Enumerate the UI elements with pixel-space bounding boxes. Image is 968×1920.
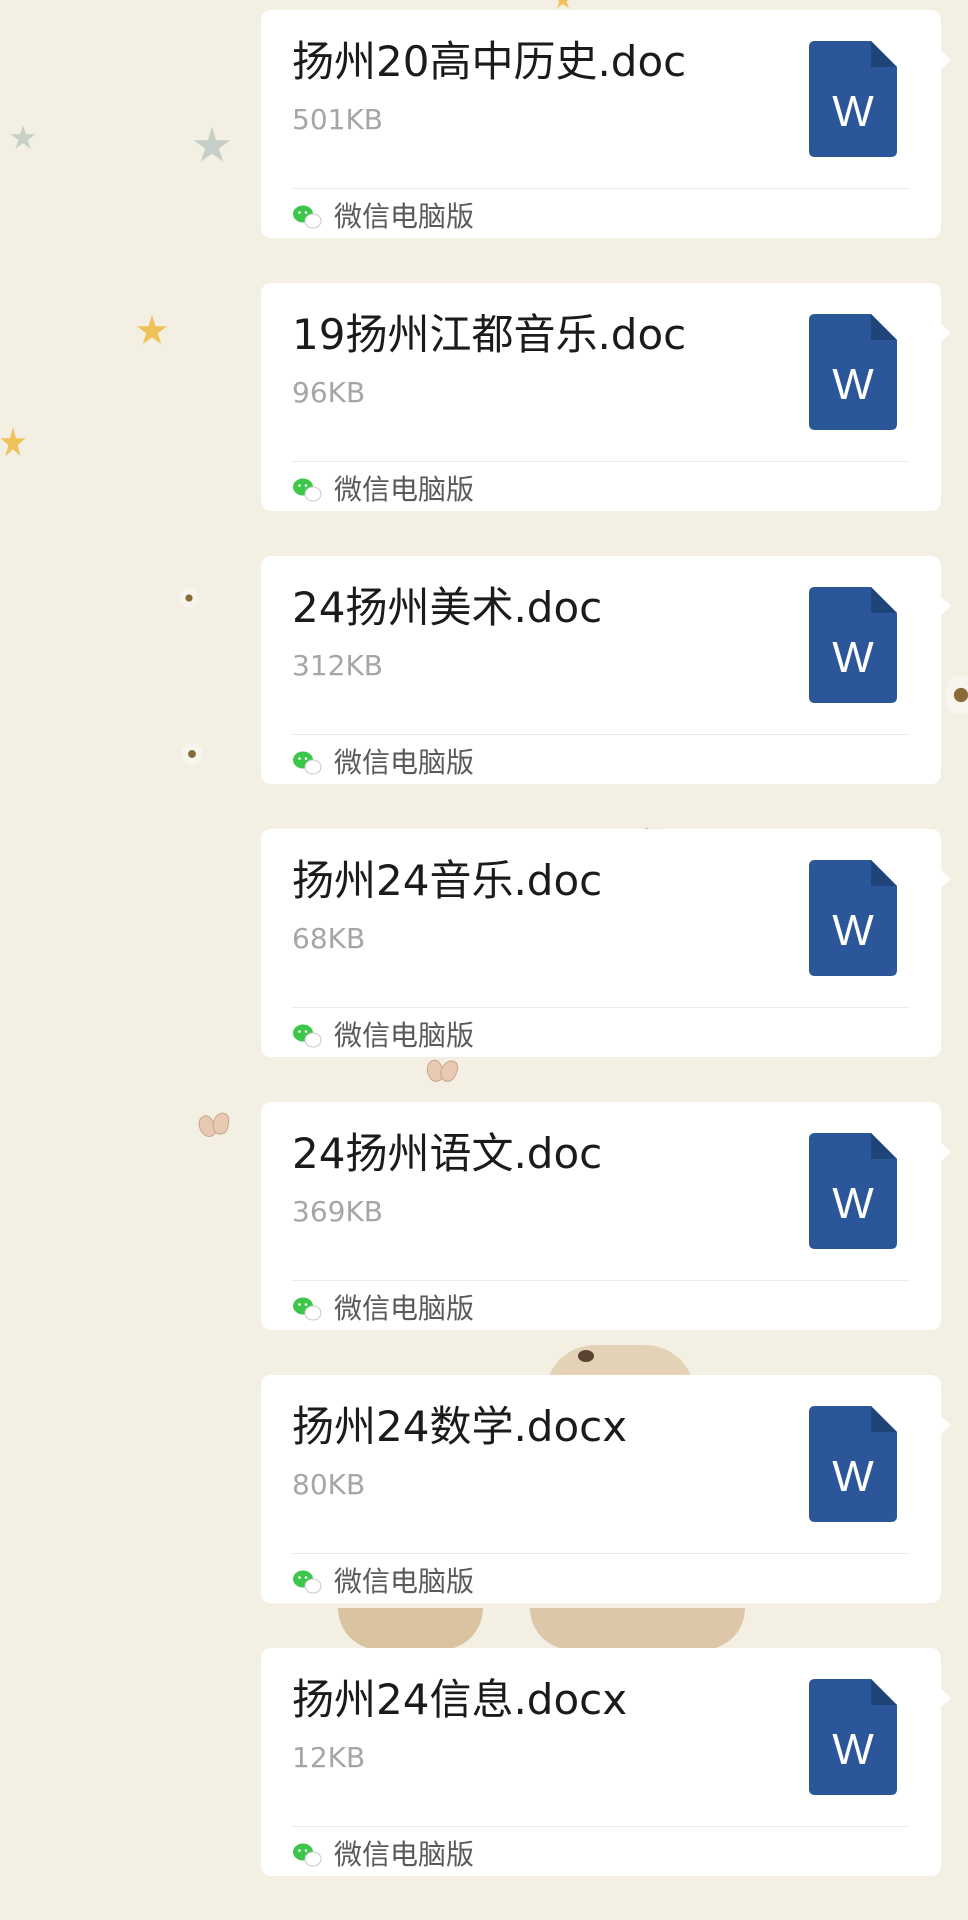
- file-size: 501KB: [292, 103, 384, 136]
- file-name: 24扬州美术.doc: [292, 583, 603, 632]
- file-size: 80KB: [292, 1468, 366, 1501]
- wechat-icon: [293, 205, 322, 229]
- wechat-icon: [293, 1024, 322, 1048]
- star-decoration: [193, 127, 231, 162]
- file-message-card[interactable]: 扬州24信息.docx 12KB W 微信电脑版: [261, 1648, 951, 1876]
- wechat-icon: [293, 1843, 322, 1867]
- file-message-card[interactable]: 扬州24数学.docx 80KB W 微信电脑版: [261, 1375, 951, 1603]
- wechat-icon: [293, 1570, 322, 1594]
- source-row: 微信电脑版: [292, 1294, 474, 1324]
- file-size: 312KB: [292, 649, 384, 682]
- source-label: 微信电脑版: [334, 1565, 475, 1598]
- wechat-icon: [293, 1297, 322, 1321]
- star-decoration: [553, 0, 573, 9]
- word-doc-icon: W: [809, 587, 897, 703]
- bear-illustration: [338, 1608, 483, 1650]
- file-name: 扬州24数学.docx: [292, 1402, 628, 1451]
- source-row: 微信电脑版: [292, 475, 474, 505]
- bear-ear: [578, 1350, 594, 1362]
- divider: [292, 1280, 910, 1281]
- star-decoration: [10, 125, 36, 149]
- file-name: 扬州24信息.docx: [292, 1675, 628, 1724]
- divider: [292, 1826, 910, 1827]
- source-row: 微信电脑版: [292, 202, 474, 232]
- source-label: 微信电脑版: [334, 1838, 475, 1871]
- file-size: 369KB: [292, 1195, 384, 1228]
- source-row: 微信电脑版: [292, 1021, 474, 1051]
- daisy-decoration: [180, 742, 204, 766]
- source-label: 微信电脑版: [334, 1292, 475, 1325]
- svg-text:W: W: [832, 1179, 874, 1228]
- divider: [292, 188, 910, 189]
- file-name: 19扬州江都音乐.doc: [292, 310, 687, 359]
- file-name: 扬州20高中历史.doc: [292, 37, 687, 86]
- file-message-card[interactable]: 24扬州美术.doc 312KB W 微信电脑版: [261, 556, 951, 784]
- svg-text:W: W: [832, 906, 874, 955]
- word-doc-icon: W: [809, 41, 897, 157]
- divider: [292, 734, 910, 735]
- wechat-icon: [293, 751, 322, 775]
- file-size: 68KB: [292, 922, 366, 955]
- divider: [292, 1007, 910, 1008]
- source-label: 微信电脑版: [334, 746, 475, 779]
- file-name: 扬州24音乐.doc: [292, 856, 603, 905]
- butterfly-decoration: [197, 1109, 232, 1141]
- file-name: 24扬州语文.doc: [292, 1129, 603, 1178]
- svg-text:W: W: [832, 1452, 874, 1501]
- butterfly-decoration: [427, 1058, 457, 1084]
- bear-illustration: [530, 1608, 745, 1650]
- source-label: 微信电脑版: [334, 200, 475, 233]
- file-message-card[interactable]: 24扬州语文.doc 369KB W 微信电脑版: [261, 1102, 951, 1330]
- source-row: 微信电脑版: [292, 1567, 474, 1597]
- source-row: 微信电脑版: [292, 748, 474, 778]
- wechat-icon: [293, 478, 322, 502]
- word-doc-icon: W: [809, 1133, 897, 1249]
- daisy-decoration: [178, 587, 200, 609]
- source-row: 微信电脑版: [292, 1840, 474, 1870]
- svg-text:W: W: [832, 360, 874, 409]
- file-size: 96KB: [292, 376, 366, 409]
- file-size: 12KB: [292, 1741, 366, 1774]
- file-message-card[interactable]: 19扬州江都音乐.doc 96KB W 微信电脑版: [261, 283, 951, 511]
- word-doc-icon: W: [809, 314, 897, 430]
- word-doc-icon: W: [809, 860, 897, 976]
- daisy-decoration: [946, 668, 968, 722]
- star-decoration: [136, 315, 168, 345]
- file-message-card[interactable]: 扬州24音乐.doc 68KB W 微信电脑版: [261, 829, 951, 1057]
- source-label: 微信电脑版: [334, 1019, 475, 1052]
- source-label: 微信电脑版: [334, 473, 475, 506]
- divider: [292, 1553, 910, 1554]
- word-doc-icon: W: [809, 1679, 897, 1795]
- word-doc-icon: W: [809, 1406, 897, 1522]
- divider: [292, 461, 910, 462]
- svg-text:W: W: [832, 633, 874, 682]
- svg-text:W: W: [832, 1725, 874, 1774]
- star-decoration: [0, 427, 26, 457]
- svg-text:W: W: [832, 87, 874, 136]
- file-message-card[interactable]: 扬州20高中历史.doc 501KB W 微信电脑版: [261, 10, 951, 238]
